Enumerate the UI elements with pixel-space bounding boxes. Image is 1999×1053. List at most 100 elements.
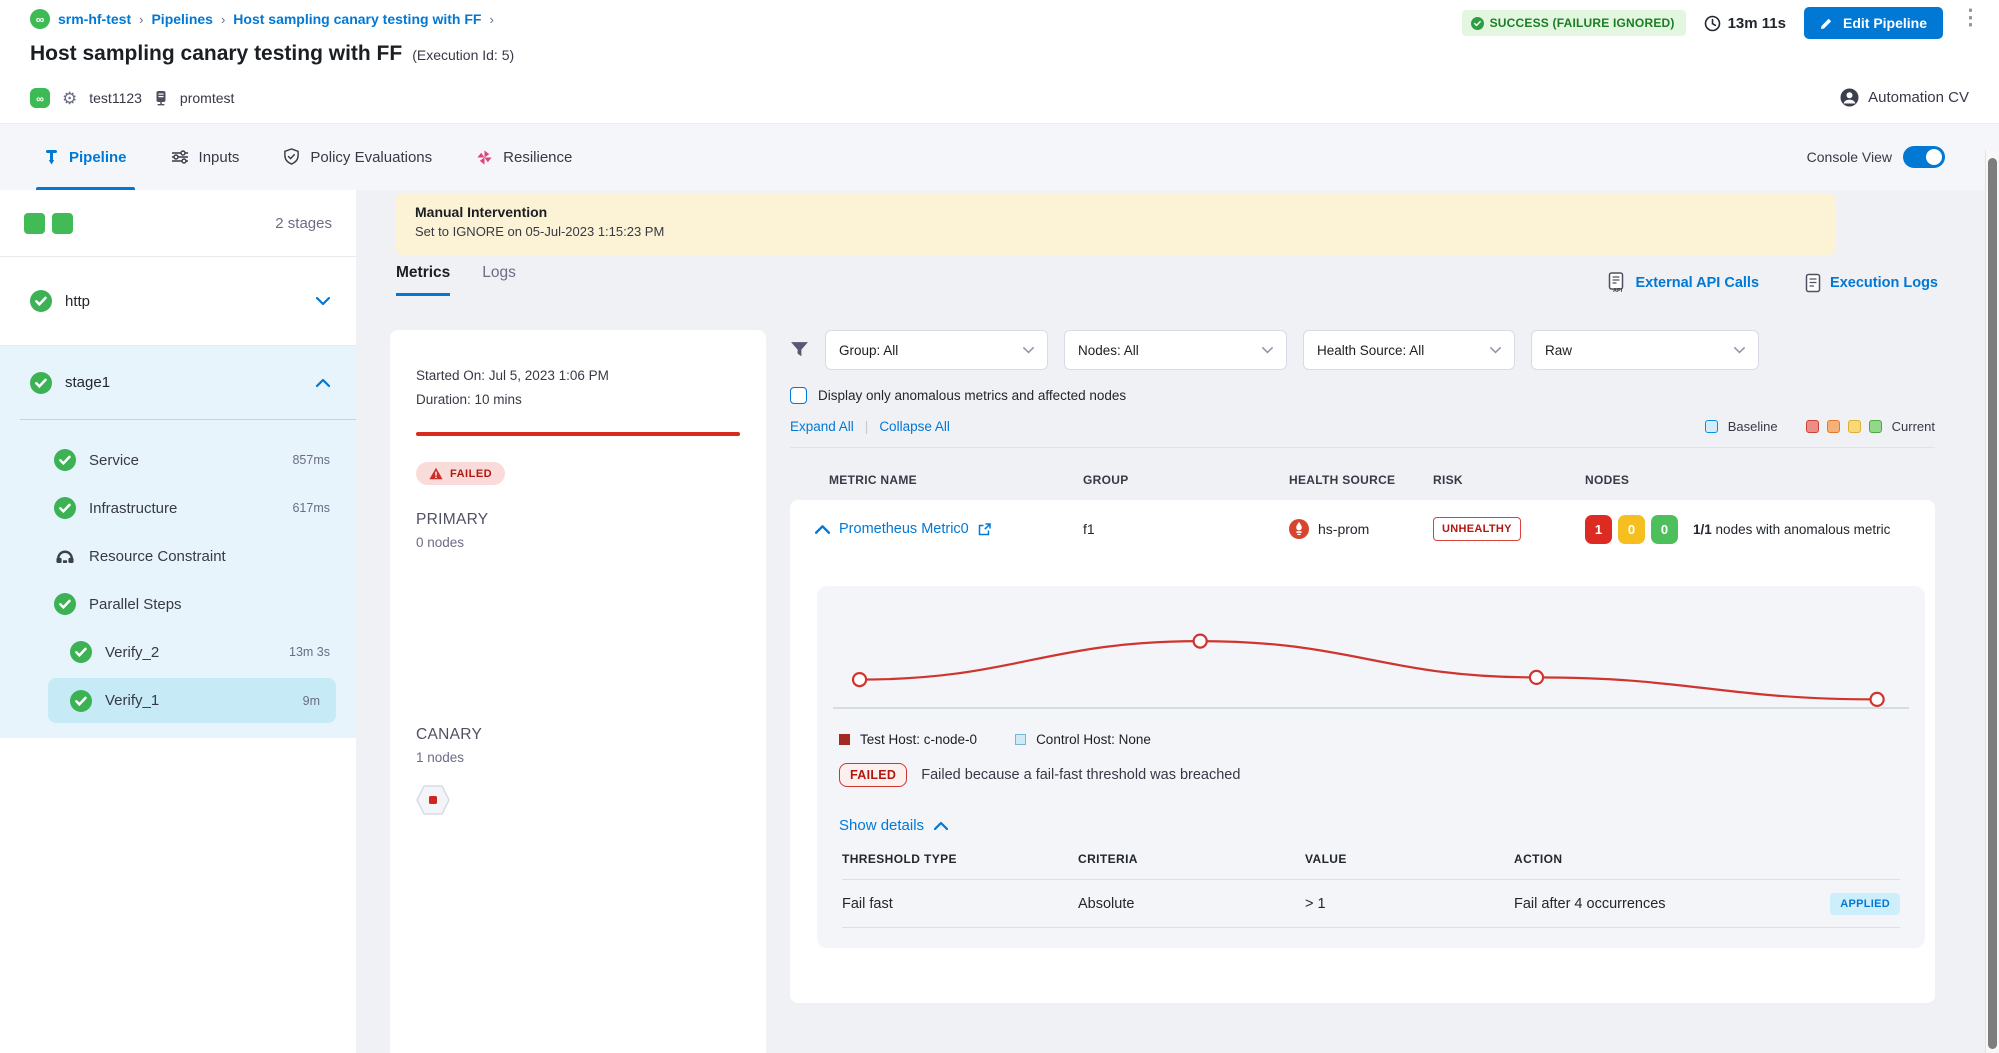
breadcrumb-separator: › [489, 12, 493, 27]
chevron-up-icon [316, 378, 330, 387]
canary-node-count: 1 nodes [416, 750, 740, 765]
primary-label: PRIMARY [416, 511, 740, 529]
sidebar-stage1-section: stage1 Service857ms Infrastructure617ms … [0, 346, 356, 738]
execution-logs-link[interactable]: Execution Logs [1805, 272, 1938, 293]
sidebar-step-parallel-steps[interactable]: Parallel Steps [0, 580, 356, 628]
success-check-icon [54, 497, 76, 519]
sidebar-step-verify-1[interactable]: Verify_19m [48, 678, 336, 723]
banner-title: Manual Intervention [415, 204, 1816, 220]
divider: | [865, 419, 869, 434]
triggered-by-user: Automation CV [1840, 88, 1969, 107]
expand-all-link[interactable]: Expand All [790, 419, 854, 434]
metric-line-chart[interactable] [817, 586, 1925, 720]
group-filter-dropdown[interactable]: Group: All [825, 330, 1048, 370]
threshold-type: Fail fast [842, 896, 1078, 912]
chevron-up-icon [934, 821, 948, 830]
success-check-icon [30, 372, 52, 394]
sidebar-stage-http[interactable]: http [0, 257, 356, 346]
filter-funnel-icon [790, 341, 809, 359]
svg-text:API: API [1613, 288, 1623, 293]
verification-tabs: Metrics Logs [396, 264, 516, 296]
header: ∞ srm-hf-test › Pipelines › Host samplin… [0, 0, 1999, 123]
metric-group: f1 [1083, 521, 1289, 537]
tab-metrics[interactable]: Metrics [396, 264, 450, 296]
chart-legend: Test Host: c-node-0 Control Host: None [817, 720, 1925, 747]
baseline-legend-label: Baseline [1728, 419, 1778, 434]
control-host-swatch [1015, 734, 1026, 745]
control-host-label: Control Host: None [1036, 732, 1151, 747]
avatar-icon [1840, 88, 1859, 107]
svg-text:∞: ∞ [36, 13, 45, 27]
anomalous-only-label: Display only anomalous metrics and affec… [818, 388, 1126, 403]
current-green-swatch [1869, 420, 1882, 433]
test-host-swatch [839, 734, 850, 745]
verification-summary-card: Started On: Jul 5, 2023 1:06 PM Duration… [390, 330, 766, 1053]
anomalous-nodes-ratio: 1/1 [1693, 522, 1712, 537]
warning-node-count-badge: 0 [1618, 515, 1645, 544]
metrics-region: Group: All Nodes: All Health Source: All… [790, 330, 1935, 1003]
external-api-calls-link[interactable]: API External API Calls [1608, 272, 1759, 293]
data-mode-dropdown[interactable]: Raw [1531, 330, 1759, 370]
harness-logo-icon: ∞ [30, 9, 50, 29]
metric-card: Prometheus Metric0 f1 hs-prom UNHEALTHY … [790, 500, 1935, 1003]
breadcrumb-pipeline-name[interactable]: Host sampling canary testing with FF [233, 11, 481, 27]
collapse-chevron-up-icon[interactable] [815, 524, 830, 534]
success-check-icon [30, 290, 52, 312]
main-tabbar: Pipeline Inputs Policy Evaluations Resil… [0, 123, 1999, 190]
metric-table-header: METRIC NAME GROUP HEALTH SOURCE RISK NOD… [790, 473, 1935, 487]
svg-text:∞: ∞ [36, 94, 44, 106]
tab-inputs[interactable]: Inputs [171, 124, 240, 190]
tab-pipeline[interactable]: Pipeline [44, 124, 127, 190]
breadcrumb-pipelines[interactable]: Pipelines [151, 11, 212, 27]
success-check-icon [54, 593, 76, 615]
sidebar-step-infrastructure[interactable]: Infrastructure617ms [0, 484, 356, 532]
sidebar-stage-stage1[interactable]: stage1 [0, 346, 356, 419]
breadcrumb: ∞ srm-hf-test › Pipelines › Host samplin… [30, 9, 494, 29]
nodes-filter-dropdown[interactable]: Nodes: All [1064, 330, 1287, 370]
breadcrumb-separator: › [221, 12, 225, 27]
metric-failed-badge: FAILED [839, 763, 907, 787]
resource-constraint-icon [54, 545, 76, 567]
breadcrumb-project[interactable]: srm-hf-test [58, 11, 131, 27]
primary-node-count: 0 nodes [416, 535, 740, 550]
scrollbar-thumb[interactable] [1988, 158, 1997, 1049]
canary-node-hexagon[interactable] [416, 785, 740, 815]
healthy-node-count-badge: 0 [1651, 515, 1678, 544]
collapse-all-link[interactable]: Collapse All [879, 419, 950, 434]
console-view-toggle[interactable] [1903, 146, 1945, 168]
sidebar-step-resource-constraint[interactable]: Resource Constraint [0, 532, 356, 580]
canary-label: CANARY [416, 726, 740, 744]
more-options-menu[interactable]: ⋮ [1960, 8, 1981, 28]
shield-check-icon [283, 148, 300, 166]
success-check-icon [54, 449, 76, 471]
metric-analysis-panel: Test Host: c-node-0 Control Host: None F… [817, 586, 1925, 948]
tab-policy-evaluations[interactable]: Policy Evaluations [283, 124, 432, 190]
sidebar-step-service[interactable]: Service857ms [0, 436, 356, 484]
sidebar-step-verify-2[interactable]: Verify_213m 3s [0, 628, 356, 676]
threshold-criteria: Absolute [1078, 896, 1305, 912]
tab-resilience[interactable]: Resilience [476, 124, 572, 190]
service-name: test1123 [89, 90, 142, 106]
current-legend-label: Current [1892, 419, 1935, 434]
status-badge: SUCCESS (FAILURE IGNORED) [1462, 10, 1686, 36]
step-details-content: Manual Intervention Set to IGNORE on 05-… [356, 190, 1999, 1053]
stage-summary-row[interactable]: 2 stages [0, 190, 356, 257]
verification-duration: Duration: 10 mins [416, 388, 740, 412]
tab-logs[interactable]: Logs [482, 264, 516, 296]
stage-status-squares [24, 213, 73, 234]
threshold-table-row: Fail fast Absolute > 1 Fail after 4 occu… [842, 880, 1900, 928]
chart-color-legend: Baseline Current [1705, 419, 1935, 434]
execution-id: (Execution Id: 5) [412, 47, 514, 63]
health-source-filter-dropdown[interactable]: Health Source: All [1303, 330, 1515, 370]
chevron-down-icon [1734, 347, 1745, 354]
current-yellow-swatch [1848, 420, 1861, 433]
edit-pipeline-button[interactable]: Edit Pipeline [1804, 7, 1943, 39]
vertical-scrollbar[interactable] [1985, 150, 1999, 1053]
external-link-icon[interactable] [978, 523, 991, 536]
stage-count: 2 stages [275, 215, 332, 232]
gear-icon: ⚙ [62, 90, 77, 107]
anomalous-only-checkbox[interactable] [790, 387, 807, 404]
show-details-toggle[interactable]: Show details [817, 787, 1925, 834]
metric-name-link[interactable]: Prometheus Metric0 [839, 521, 969, 537]
baseline-legend-swatch [1705, 420, 1718, 433]
